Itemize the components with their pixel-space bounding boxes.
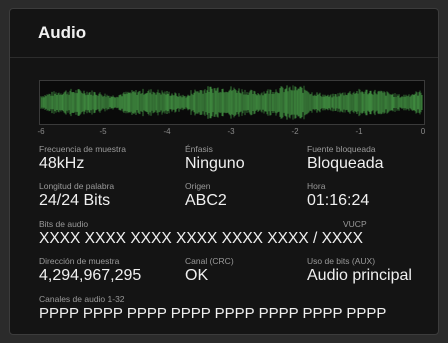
word-length-label: Longitud de palabra <box>39 181 115 191</box>
audio-bits-field: Bits de audio VUCP XXXX XXXX XXXX XXXX X… <box>39 219 419 248</box>
waveform-graphic <box>40 85 423 120</box>
audio-panel: Audio -6 -5 -4 -3 -2 -1 0 Frecuencia de … <box>9 8 439 335</box>
emphasis-label: Énfasis <box>185 144 213 154</box>
aux-bits-value: Audio principal <box>307 267 412 284</box>
meter-scale: -6 -5 -4 -3 -2 -1 0 <box>37 127 426 141</box>
crc-channel-value: OK <box>185 267 209 284</box>
audio-bits-label-row: Bits de audio VUCP <box>39 219 419 229</box>
crc-channel-label: Canal (CRC) <box>185 256 234 266</box>
locked-source-field: Fuente bloqueada Bloqueada <box>307 144 384 173</box>
origin-field: Origen ABC2 <box>185 181 227 210</box>
word-length-field: Longitud de palabra 24/24 Bits <box>39 181 114 210</box>
locked-source-value: Bloqueada <box>307 155 384 172</box>
scale-tick: -6 <box>37 127 45 136</box>
word-length-value: 24/24 Bits <box>39 192 111 209</box>
emphasis-value: Ninguno <box>185 155 245 172</box>
emphasis-field: Énfasis Ninguno <box>185 144 245 173</box>
vucp-label: VUCP <box>343 219 367 229</box>
audio-channels-field: Canales de audio 1-32 PPPP PPPP PPPP PPP… <box>39 294 419 323</box>
scale-tick: 0 <box>420 127 426 136</box>
aux-bits-label: Uso de bits (AUX) <box>307 256 376 266</box>
audio-bits-label: Bits de audio <box>39 219 89 229</box>
time-field: Hora 01:16:24 <box>307 181 369 210</box>
audio-bits-value: XXXX XXXX XXXX XXXX XXXX XXXX / XXXX <box>39 230 363 247</box>
sample-address-label: Dirección de muestra <box>39 256 120 266</box>
aux-bits-field: Uso de bits (AUX) Audio principal <box>307 256 412 285</box>
audio-waveform-meter <box>39 80 425 125</box>
scale-tick: -4 <box>163 127 171 136</box>
crc-channel-field: Canal (CRC) OK <box>185 256 234 285</box>
sample-rate-value: 48kHz <box>39 155 85 172</box>
sample-address-field: Dirección de muestra 4,294,967,295 <box>39 256 141 285</box>
sample-address-value: 4,294,967,295 <box>39 267 142 284</box>
scale-tick: -1 <box>355 127 363 136</box>
origin-label: Origen <box>185 181 211 191</box>
audio-channels-value: PPPP PPPP PPPP PPPP PPPP PPPP PPPP PPPP <box>39 305 387 322</box>
scale-tick: -3 <box>227 127 235 136</box>
origin-value: ABC2 <box>185 192 227 209</box>
sample-rate-field: Frecuencia de muestra 48kHz <box>39 144 126 173</box>
locked-source-label: Fuente bloqueada <box>307 144 376 154</box>
scale-tick: -5 <box>99 127 107 136</box>
sample-rate-label: Frecuencia de muestra <box>39 144 126 154</box>
audio-channels-label: Canales de audio 1-32 <box>39 294 125 304</box>
panel-header: Audio <box>10 9 438 58</box>
time-label: Hora <box>307 181 326 191</box>
panel-title: Audio <box>38 23 87 42</box>
time-value: 01:16:24 <box>307 192 370 209</box>
scale-tick: -2 <box>291 127 299 136</box>
